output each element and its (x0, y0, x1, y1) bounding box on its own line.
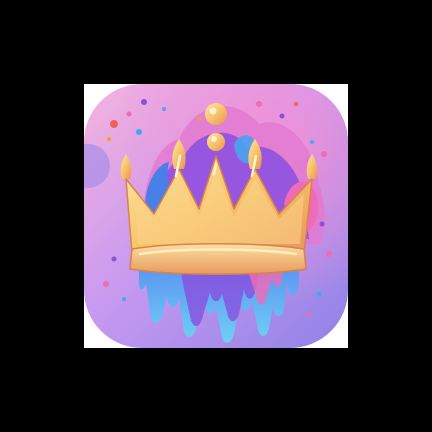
crown-icon (84, 84, 348, 348)
app-icon[interactable] (84, 84, 348, 348)
crown-top-orb (205, 103, 227, 125)
